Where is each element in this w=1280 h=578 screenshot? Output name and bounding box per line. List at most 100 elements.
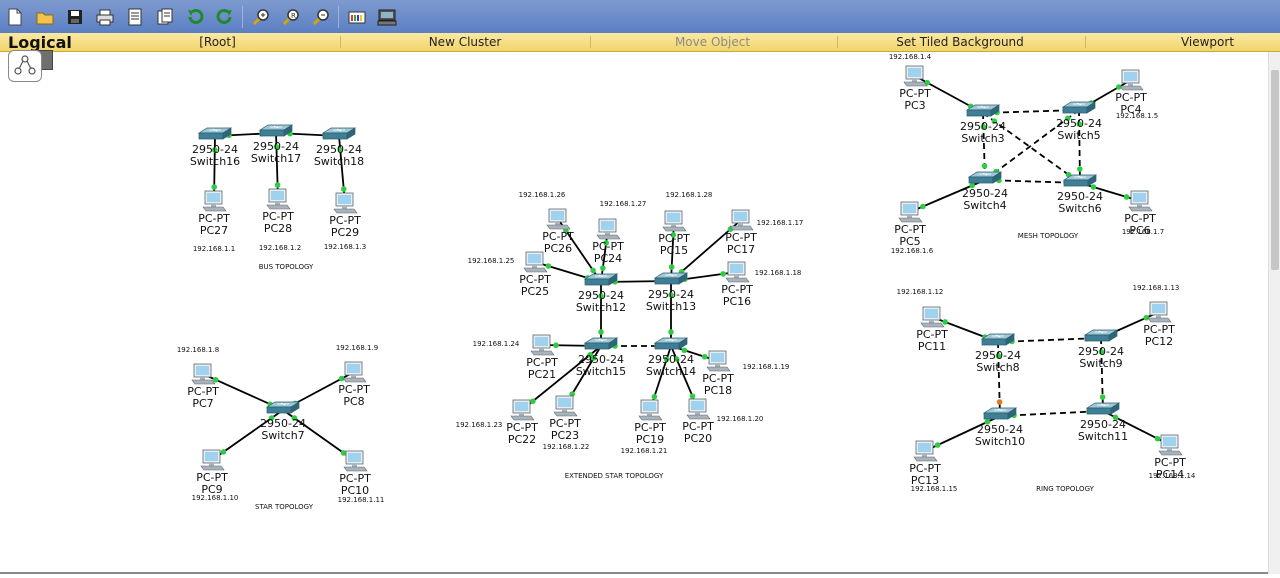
switch-switch8[interactable]: 2950-24Switch8 [975, 333, 1021, 374]
link-port-indicator [701, 353, 708, 360]
print-button[interactable] [94, 6, 116, 28]
set-tiled-background-button[interactable]: Set Tiled Background [880, 33, 1040, 51]
pc-name-label: PC8 [343, 395, 364, 408]
workspace-canvas[interactable]: 2950-24 Switch16 2950-24 Switch17 2950-24 Swi… [0, 52, 1268, 574]
pc-pc29[interactable]: PC-PTPC29 [329, 192, 361, 239]
custom-device-button[interactable] [376, 6, 398, 28]
pc-pc7[interactable]: PC-PTPC7 [187, 363, 219, 410]
switch-name-label: Switch12 [576, 301, 626, 314]
switch-switch7[interactable]: 2950-24Switch7 [260, 401, 306, 442]
link-port-indicator [553, 342, 559, 349]
link-port-indicator [598, 329, 604, 335]
switch-switch17[interactable]: 2950-24Switch17 [251, 124, 301, 165]
pc-pc8[interactable]: PC-PTPC8 [338, 361, 370, 408]
link-port-indicator [340, 450, 347, 456]
switch-name-label: Switch11 [1078, 430, 1128, 443]
palette-icon [348, 11, 366, 24]
zoom-out-button[interactable] [310, 6, 332, 28]
redo-button[interactable] [214, 6, 236, 28]
root-button[interactable]: [Root] [160, 33, 275, 51]
link-port-indicator [920, 203, 926, 210]
switch-name-label: Switch14 [646, 365, 696, 378]
new-file-button[interactable] [4, 6, 26, 28]
switch-name-label: Switch16 [190, 155, 240, 168]
link-port-indicator [1123, 194, 1130, 200]
pc-pc17[interactable]: PC-PTPC17 [725, 209, 757, 256]
switch-name-label: Switch18 [314, 155, 364, 168]
pc-pc16[interactable]: PC-PTPC16 [721, 261, 753, 308]
vertical-scrollbar[interactable] [1268, 52, 1280, 574]
pc-pc26[interactable]: PC-PTPC26 [542, 208, 574, 255]
pc-pc24[interactable]: PC-PTPC24 [592, 218, 624, 265]
pc-pc23[interactable]: PC-PTPC23 [549, 395, 581, 442]
undo-button[interactable] [184, 6, 206, 28]
link-port-indicator [590, 267, 596, 274]
toolbar-separator [242, 6, 243, 28]
link-port-indicator [530, 398, 536, 404]
ip-address-label: 192.168.1.9 [336, 344, 378, 352]
switch-switch9[interactable]: 2950-24Switch9 [1078, 329, 1124, 370]
pc-pc3[interactable]: PC-PTPC3 [899, 65, 931, 112]
link-port-indicator [668, 329, 674, 335]
pc-pc5[interactable]: PC-PTPC5 [894, 201, 926, 248]
save-button[interactable] [64, 6, 86, 28]
switch-switch15[interactable]: 2950-24Switch15 [576, 337, 626, 378]
svg-text:R: R [291, 12, 296, 20]
open-folder-button[interactable] [34, 6, 56, 28]
nav-divider [340, 36, 341, 48]
link-port-indicator [274, 182, 281, 188]
move-object-button[interactable]: Move Object [650, 33, 775, 51]
activity-wizard-button[interactable] [124, 6, 146, 28]
palette-button[interactable] [346, 6, 368, 28]
new-cluster-button[interactable]: New Cluster [400, 33, 530, 51]
pc-name-label: PC20 [684, 432, 712, 445]
pc-pc11[interactable]: PC-PTPC11 [916, 306, 948, 353]
switch-switch10[interactable]: 2950-24Switch10 [975, 407, 1025, 448]
pc-pc13[interactable]: PC-PTPC13 [909, 440, 941, 487]
main-toolbar: R [0, 0, 1280, 34]
nav-divider [1085, 36, 1086, 48]
switch-switch11[interactable]: 2950-24Switch11 [1078, 402, 1128, 443]
switch-switch3[interactable]: 2950-24Switch3 [960, 104, 1006, 145]
pc-name-label: PC12 [1145, 335, 1173, 348]
switch-name-label: Switch8 [976, 361, 1019, 374]
pc-pc19[interactable]: PC-PTPC19 [634, 399, 666, 446]
pc-pc9[interactable]: PC-PTPC9 [196, 449, 228, 496]
viewport-button[interactable]: Viewport [1150, 33, 1265, 51]
link-port-indicator [981, 163, 988, 169]
pc-name-label: PC19 [636, 433, 664, 446]
pc-pc27[interactable]: PC-PTPC27 [198, 190, 230, 237]
pc-pc21[interactable]: PC-PTPC21 [526, 334, 558, 381]
zoom-reset-button[interactable]: R [280, 6, 302, 28]
ip-address-label: 192.168.1.28 [666, 191, 713, 199]
link-port-indicator [934, 442, 941, 448]
pc-name-label: PC27 [200, 224, 228, 237]
pc-name-label: PC25 [521, 285, 549, 298]
pc-pc28[interactable]: PC-PTPC28 [262, 188, 294, 235]
switch-switch12[interactable]: 2950-24Switch12 [576, 273, 626, 314]
switch-switch5[interactable]: 2950-24Switch5 [1056, 101, 1102, 142]
pc-pc20[interactable]: PC-PTPC20 [682, 398, 714, 445]
pc-pc22[interactable]: PC-PTPC22 [506, 399, 538, 446]
switch-switch6[interactable]: 2950-24Switch6 [1057, 174, 1103, 215]
pc-pc25[interactable]: PC-PTPC25 [519, 251, 551, 298]
pc-pc15[interactable]: PC-PTPC15 [658, 210, 690, 257]
logical-tab[interactable]: Logical [8, 33, 78, 52]
ip-address-label: 192.168.1.1 [193, 245, 235, 253]
switch-switch4[interactable]: 2950-24Switch4 [962, 171, 1008, 212]
switch-switch18[interactable]: 2950-24Switch18 [314, 127, 364, 168]
pc-pc4[interactable]: PC-PTPC4 [1115, 69, 1147, 116]
copy-button[interactable] [154, 6, 176, 28]
switch-switch16[interactable]: 2950-24Switch16 [190, 127, 240, 168]
pc-pc10[interactable]: PC-PTPC10 [339, 450, 371, 497]
ip-address-label: 192.168.1.21 [621, 447, 668, 455]
open-folder-icon [36, 12, 54, 25]
ip-address-label: 192.168.1.5 [1116, 112, 1158, 120]
switch-name-label: Switch7 [261, 429, 304, 442]
zoom-in-button[interactable] [250, 6, 272, 28]
switch-switch14[interactable]: 2950-24Switch14 [646, 337, 696, 378]
pc-pc12[interactable]: PC-PTPC12 [1143, 301, 1175, 348]
scrollbar-thumb[interactable] [1271, 70, 1279, 270]
link-port-indicator [1099, 394, 1106, 400]
pc-name-label: PC15 [660, 244, 688, 257]
